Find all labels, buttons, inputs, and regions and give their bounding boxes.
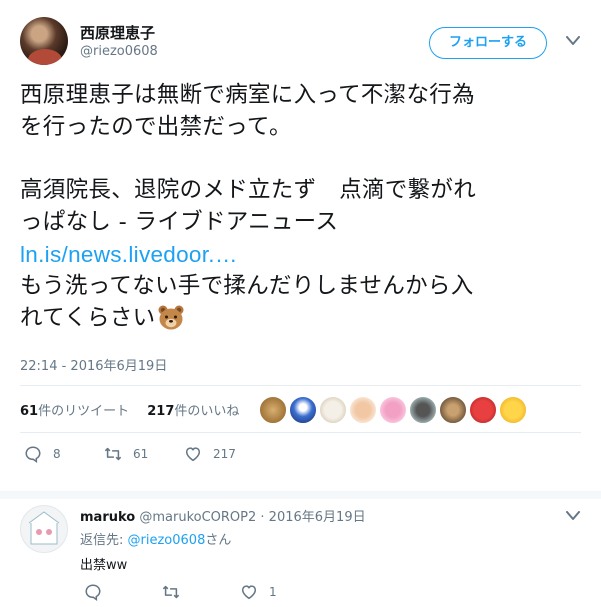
- tweet-line: を行ったので出禁だって。: [20, 113, 292, 140]
- retweet-action[interactable]: 61: [104, 445, 148, 463]
- heart-icon: [185, 447, 201, 462]
- liker-avatar[interactable]: [409, 396, 437, 424]
- chevron-down-icon[interactable]: [566, 36, 580, 46]
- timestamp[interactable]: 22:14 - 2016年6月19日: [20, 355, 167, 374]
- reply-icon: [85, 584, 101, 601]
- reply-like-action[interactable]: 1: [240, 583, 277, 601]
- reply-reply-action[interactable]: [84, 583, 113, 601]
- replying-to-mention[interactable]: @riezo0608: [128, 533, 206, 548]
- reply-text: 出禁ww: [80, 558, 128, 573]
- liker-avatar[interactable]: [349, 396, 377, 424]
- likes-label: 件のいいね: [174, 404, 240, 419]
- reply-like-count: 1: [269, 585, 277, 599]
- liker-avatar[interactable]: [319, 396, 347, 424]
- retweets-stat[interactable]: 61件のリツイート: [20, 404, 129, 419]
- tweet-line-last: れてくらさい: [20, 303, 580, 335]
- reply-handle[interactable]: @marukoCOROP2: [139, 510, 256, 525]
- liker-avatar[interactable]: [439, 396, 467, 424]
- tweet-line: っぱなし - ライブドアニュース: [20, 209, 339, 236]
- engagement-stats: 61件のリツイート 217件のいいね: [20, 400, 239, 419]
- main-tweet: 西原理恵子 @riezo0608 フォローする 西原理恵子は無断で病室に入って不…: [0, 0, 601, 491]
- reply-display-name[interactable]: maruko: [80, 510, 135, 525]
- reply-chevron-down-icon[interactable]: [566, 511, 580, 521]
- reply-retweet-action[interactable]: [162, 583, 191, 601]
- likes-count: 217: [147, 404, 175, 419]
- retweets-label: 件のリツイート: [38, 404, 130, 419]
- reply-separator: [0, 491, 601, 499]
- tweet-link[interactable]: ln.is/news.livedoor.…: [20, 239, 580, 271]
- like-count: 217: [213, 447, 236, 461]
- liker-avatar[interactable]: [289, 396, 317, 424]
- tweet-line: 高須院長、退院のメド立たず 点滴で繋がれ: [20, 177, 477, 204]
- replying-to-prefix: 返信先:: [80, 533, 124, 548]
- avatar[interactable]: [20, 17, 68, 65]
- reply-count: 8: [53, 447, 61, 461]
- liker-avatar[interactable]: [379, 396, 407, 424]
- divider: [20, 432, 581, 433]
- replying-to-suffix: さん: [205, 533, 232, 548]
- like-action[interactable]: 217: [184, 445, 236, 463]
- display-name[interactable]: 西原理恵子: [80, 22, 155, 43]
- retweet-icon: [162, 585, 180, 599]
- reply-action[interactable]: 8: [24, 445, 61, 463]
- bear-face-icon: [158, 305, 184, 330]
- handle[interactable]: @riezo0608: [80, 44, 158, 59]
- tweet-line: もう洗ってない手で揉んだりしませんから入: [20, 272, 474, 299]
- liker-avatar[interactable]: [499, 396, 527, 424]
- reply-avatar[interactable]: [20, 505, 68, 553]
- heart-icon: [241, 585, 257, 600]
- retweets-count: 61: [20, 404, 39, 419]
- replying-to: 返信先: @riezo0608さん: [80, 529, 231, 548]
- divider: [20, 385, 581, 386]
- retweet-icon: [104, 447, 122, 461]
- reply-header: maruko @marukoCOROP2 · 2016年6月19日: [80, 506, 366, 525]
- liker-avatar[interactable]: [259, 396, 287, 424]
- follow-button[interactable]: フォローする: [429, 27, 547, 59]
- retweet-count: 61: [133, 447, 149, 461]
- likes-stat[interactable]: 217件のいいね: [147, 404, 239, 419]
- egg-avatar-icon: [28, 511, 60, 545]
- tweet-line: 西原理恵子は無断で病室に入って不潔な行為: [20, 82, 475, 108]
- tweet-line-text: れてくらさい: [20, 304, 156, 331]
- tweet-text: 西原理恵子は無断で病室に入って不潔な行為 を行ったので出禁だって。 高須院長、退…: [20, 80, 580, 334]
- reply-date[interactable]: · 2016年6月19日: [260, 510, 365, 525]
- liker-avatar[interactable]: [469, 396, 497, 424]
- reply-icon: [25, 446, 41, 463]
